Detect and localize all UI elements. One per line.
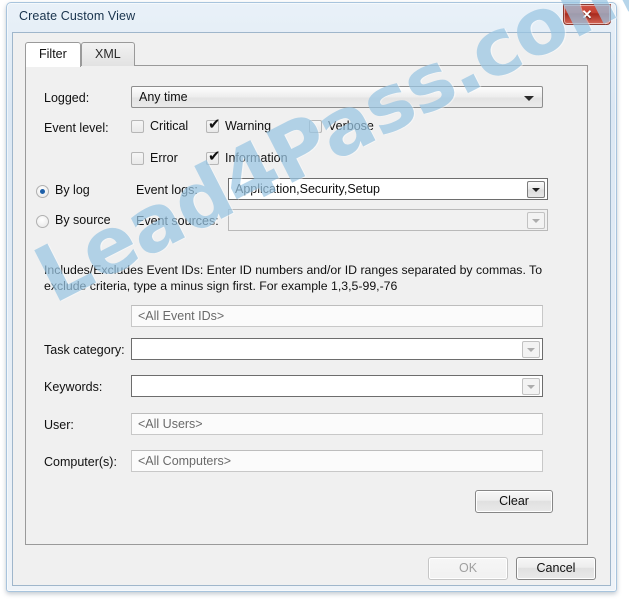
check-icon: ✔ (208, 115, 221, 133)
logged-value: Any time (139, 90, 188, 104)
task-category-combo[interactable] (131, 338, 543, 360)
checkbox-box: ✔ (206, 147, 221, 165)
dropdown-arrow-icon[interactable] (522, 341, 540, 358)
event-ids-description: Includes/Excludes Event IDs: Enter ID nu… (44, 263, 543, 293)
computers-label: Computer(s): (44, 455, 117, 469)
dropdown-arrow-icon[interactable] (527, 181, 545, 198)
keywords-label: Keywords: (44, 380, 103, 394)
checkbox-label: Critical (150, 119, 189, 133)
tab-strip: Filter XML (25, 42, 588, 67)
clear-button[interactable]: Clear (475, 490, 553, 513)
dropdown-arrow-icon[interactable] (527, 212, 545, 229)
checkbox-box (131, 152, 144, 165)
close-button[interactable]: ✕ (563, 4, 611, 25)
computers-placeholder: <All Computers> (138, 454, 232, 468)
checkbox-label: Verbose (328, 119, 374, 133)
user-placeholder: <All Users> (138, 417, 203, 431)
checkbox-box: ✔ (206, 115, 221, 133)
check-icon: ✔ (208, 147, 221, 165)
cancel-button[interactable]: Cancel (516, 557, 596, 580)
keywords-combo[interactable] (131, 375, 543, 397)
logged-dropdown[interactable]: Any time (131, 86, 543, 108)
dropdown-arrow-icon[interactable] (522, 378, 540, 395)
event-ids-placeholder: <All Event IDs> (138, 309, 225, 323)
close-icon: ✕ (581, 7, 593, 22)
user-label: User: (44, 418, 74, 432)
dialog-client-area: Filter XML Logged: Any time Event level:… (12, 32, 611, 586)
event-sources-label: Event sources: (136, 214, 219, 228)
event-logs-combo[interactable]: Application,Security,Setup (228, 178, 548, 200)
filter-tab-panel: Logged: Any time Event level: Critical ✔… (25, 65, 588, 545)
ok-button[interactable]: OK (428, 557, 508, 580)
chevron-down-icon (524, 96, 534, 101)
event-level-label: Event level: (44, 121, 109, 135)
checkbox-label: Warning (225, 119, 272, 133)
event-logs-label: Event logs: (136, 183, 198, 197)
title-bar: Create Custom View ✕ (7, 3, 616, 33)
window-title: Create Custom View (19, 9, 136, 23)
checkbox-label: Information (225, 151, 288, 165)
task-category-label: Task category: (44, 343, 125, 357)
computers-input[interactable]: <All Computers> (131, 450, 543, 472)
user-input[interactable]: <All Users> (131, 413, 543, 435)
tab-xml[interactable]: XML (81, 42, 135, 66)
radio-dot (40, 189, 45, 194)
checkbox-box (309, 120, 322, 133)
dialog-window: Create Custom View ✕ Filter XML Logged: … (6, 2, 617, 592)
radio-label: By log (55, 183, 90, 197)
event-logs-value: Application,Security,Setup (235, 182, 380, 196)
logged-label: Logged: (44, 91, 90, 105)
radio-label: By source (55, 213, 111, 227)
event-sources-combo[interactable] (228, 209, 548, 231)
checkbox-label: Error (150, 151, 178, 165)
tab-filter[interactable]: Filter (25, 42, 81, 67)
event-ids-input[interactable]: <All Event IDs> (131, 305, 543, 327)
radio-box (36, 185, 49, 198)
radio-box (36, 215, 49, 228)
checkbox-box (131, 120, 144, 133)
